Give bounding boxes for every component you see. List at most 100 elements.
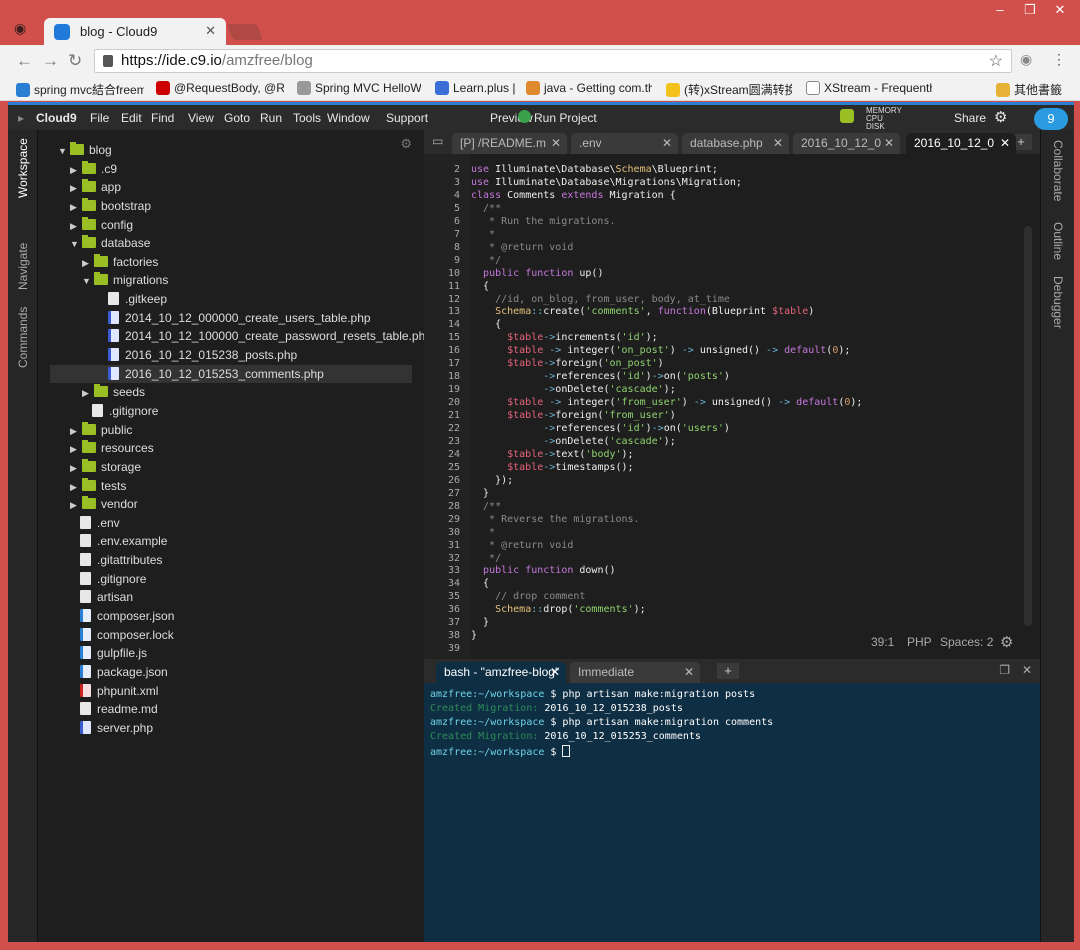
menu-support[interactable]: Support: [386, 111, 428, 125]
close-editor-tab-icon[interactable]: ✕: [551, 136, 561, 150]
tree-file[interactable]: .env.example: [38, 532, 388, 550]
maximize-icon[interactable]: ❐: [1016, 2, 1044, 18]
collapsed-arrow-icon[interactable]: ▶: [70, 217, 82, 235]
tree-settings-icon[interactable]: ⚙: [400, 136, 412, 152]
collapsed-arrow-icon[interactable]: ▶: [70, 478, 82, 496]
tree-file[interactable]: server.php: [38, 719, 388, 737]
tree-folder[interactable]: ▶ bootstrap: [38, 197, 388, 215]
menu-window[interactable]: Window: [327, 111, 370, 125]
brand-menu[interactable]: Cloud9: [36, 111, 77, 125]
bookmark-item[interactable]: java - Getting com.th: [526, 81, 652, 95]
tree-folder[interactable]: ▶ vendor: [38, 495, 388, 513]
share-button[interactable]: Share: [954, 111, 986, 125]
collapsed-arrow-icon[interactable]: ▶: [70, 179, 82, 197]
editor-scrollbar[interactable]: [1024, 226, 1032, 626]
close-window-icon[interactable]: ✕: [1046, 2, 1074, 18]
navigate-tab[interactable]: Navigate: [16, 243, 30, 290]
tree-folder[interactable]: ▶ factories: [38, 253, 388, 271]
resource-meter[interactable]: MEMORY CPU DISK: [866, 107, 902, 131]
extension-icon[interactable]: ◉: [1020, 51, 1032, 68]
new-terminal-tab-button[interactable]: +: [717, 663, 739, 679]
outline-tab[interactable]: Outline: [1051, 222, 1065, 260]
collapsed-arrow-icon[interactable]: ▶: [70, 422, 82, 440]
tree-file[interactable]: phpunit.xml: [38, 682, 388, 700]
close-editor-tab-icon[interactable]: ✕: [1000, 136, 1010, 150]
maximize-pane-icon[interactable]: ❐: [999, 663, 1010, 677]
expanded-arrow-icon[interactable]: ▼: [58, 142, 70, 160]
tree-folder[interactable]: ▼ migrations: [38, 271, 388, 289]
editor-tab[interactable]: 2016_10_12_0 ✕: [793, 133, 900, 154]
tree-file[interactable]: package.json: [38, 663, 388, 681]
settings-gear-icon[interactable]: ⚙: [994, 108, 1007, 126]
close-editor-tab-icon[interactable]: ✕: [662, 136, 672, 150]
tree-file[interactable]: composer.json: [38, 607, 388, 625]
tree-folder[interactable]: ▼ blog: [38, 141, 388, 159]
tree-folder[interactable]: ▶ config: [38, 216, 388, 234]
tree-file[interactable]: composer.lock: [38, 626, 388, 644]
terminal-tab[interactable]: Immediate ✕: [570, 662, 700, 683]
collapsed-arrow-icon[interactable]: ▶: [82, 384, 94, 402]
back-icon[interactable]: ←: [16, 51, 33, 71]
menu-find[interactable]: Find: [151, 111, 174, 125]
menu-view[interactable]: View: [188, 111, 214, 125]
bookmark-item[interactable]: Spring MVC HelloWo: [297, 81, 421, 95]
tree-file[interactable]: 2014_10_12_000000_create_users_table.php: [38, 309, 388, 327]
tree-file[interactable]: artisan: [38, 588, 388, 606]
collapsed-arrow-icon[interactable]: ▶: [82, 254, 94, 272]
collaborate-tab[interactable]: Collaborate: [1051, 140, 1065, 201]
menu-dots-icon[interactable]: ⋮: [1052, 51, 1066, 68]
tree-file[interactable]: .env: [38, 514, 388, 532]
terminal-tab[interactable]: bash - "amzfree-blog" ✕: [436, 662, 566, 683]
tree-folder[interactable]: ▶ app: [38, 178, 388, 196]
close-terminal-tab-icon[interactable]: ✕: [550, 665, 560, 679]
terminal[interactable]: amzfree:~/workspace $ php artisan make:mi…: [424, 683, 1040, 942]
close-editor-tab-icon[interactable]: ✕: [773, 136, 783, 150]
bookmark-item[interactable]: @RequestBody, @Re: [156, 81, 284, 95]
tree-file[interactable]: 2016_10_12_015253_comments.php: [50, 364, 412, 383]
run-project-button[interactable]: Run Project: [534, 111, 597, 125]
tree-file[interactable]: 2016_10_12_015238_posts.php: [38, 346, 388, 364]
tree-folder[interactable]: ▶ public: [38, 421, 388, 439]
code-editor[interactable]: 2 3 4 5 6 7 8 9 10 11 12 13 14 15 16 17 18 19 20 21 22 23 24 25…: [424, 154, 1040, 659]
menu-edit[interactable]: Edit: [121, 111, 142, 125]
browser-tab[interactable]: blog - Cloud9 ✕: [44, 18, 226, 45]
tabs-menu-icon[interactable]: ▭: [432, 134, 443, 148]
tree-folder[interactable]: ▼ database: [38, 234, 388, 252]
bookmark-item[interactable]: spring mvc結合freem: [16, 81, 144, 98]
language-mode[interactable]: PHP: [907, 635, 932, 649]
debugger-tab[interactable]: Debugger: [1051, 276, 1065, 329]
cloud9-logo[interactable]: 9: [1034, 108, 1068, 130]
tree-file[interactable]: .gitattributes: [38, 551, 388, 569]
menu-tools[interactable]: Tools: [293, 111, 321, 125]
bookmark-item[interactable]: (转)xStream圆满转换: [666, 81, 792, 98]
menu-toggle-icon[interactable]: ▸: [18, 111, 24, 125]
tree-file[interactable]: .gitkeep: [38, 290, 388, 308]
collapsed-arrow-icon[interactable]: ▶: [70, 459, 82, 477]
menu-run[interactable]: Run: [260, 111, 282, 125]
tree-file[interactable]: gulpfile.js: [38, 644, 388, 662]
tree-file[interactable]: 2014_10_12_100000_create_password_resets…: [38, 327, 432, 345]
close-editor-tab-icon[interactable]: ✕: [884, 136, 894, 150]
editor-tab[interactable]: .env ✕: [571, 133, 678, 154]
bookmark-item[interactable]: XStream - Frequenth: [806, 81, 932, 95]
expanded-arrow-icon[interactable]: ▼: [70, 235, 82, 253]
minimize-icon[interactable]: –: [986, 2, 1014, 17]
address-bar[interactable]: https://ide.c9.io/amzfree/blog ☆: [94, 49, 1012, 73]
bookmark-item[interactable]: 其他書籤: [996, 81, 1066, 98]
tree-folder[interactable]: ▶ tests: [38, 477, 388, 495]
forward-icon[interactable]: →: [42, 51, 59, 71]
collapsed-arrow-icon[interactable]: ▶: [70, 161, 82, 179]
tree-folder[interactable]: ▶ .c9: [38, 160, 388, 178]
tree-file[interactable]: .gitignore: [38, 570, 388, 588]
commands-tab[interactable]: Commands: [16, 307, 30, 368]
expanded-arrow-icon[interactable]: ▼: [82, 272, 94, 290]
indent-setting[interactable]: Spaces: 2: [940, 635, 993, 649]
collapsed-arrow-icon[interactable]: ▶: [70, 496, 82, 514]
tree-folder[interactable]: ▶ seeds: [38, 383, 388, 401]
menu-goto[interactable]: Goto: [224, 111, 250, 125]
editor-tab[interactable]: 2016_10_12_0 ✕: [906, 133, 1016, 154]
bookmark-star-icon[interactable]: ☆: [989, 51, 1003, 71]
tree-folder[interactable]: ▶ storage: [38, 458, 388, 476]
close-terminal-tab-icon[interactable]: ✕: [684, 665, 694, 679]
editor-tab[interactable]: database.php ✕: [682, 133, 789, 154]
